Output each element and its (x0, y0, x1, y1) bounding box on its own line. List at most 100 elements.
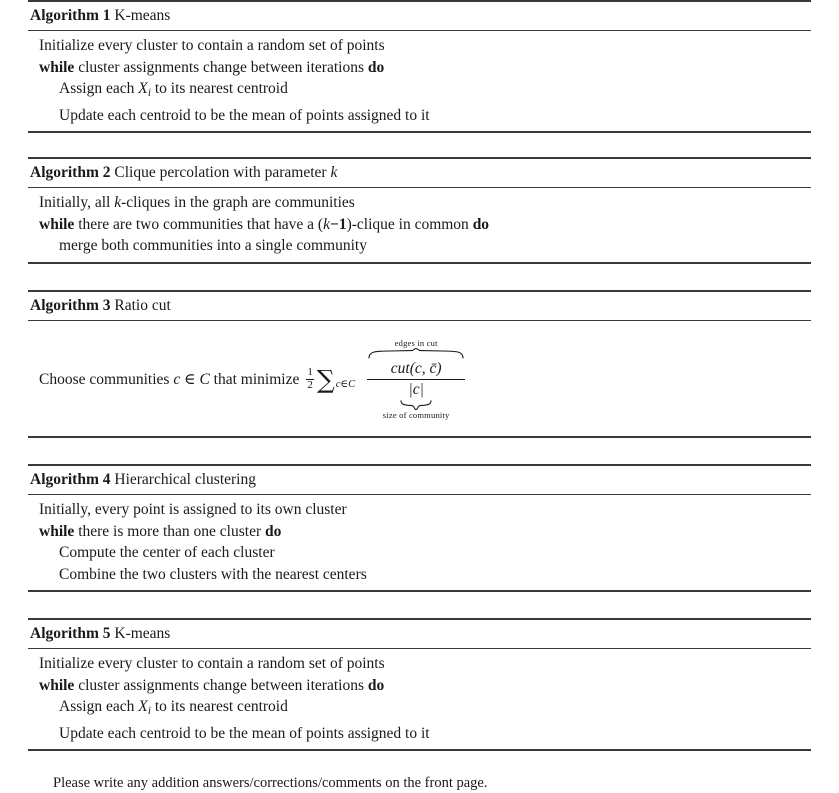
algorithm-caption: K-means (114, 7, 171, 24)
math-element-of: ∈ (184, 370, 196, 388)
algorithm-body-4: Initially, every point is assigned to it… (28, 495, 811, 590)
line-text: cluster assignments change between itera… (78, 58, 364, 76)
line-text: there is more than one cluster (78, 522, 262, 540)
fraction-numerator: cut(c, c̄) (385, 359, 448, 379)
math-variable-c-upper: C (199, 370, 210, 388)
overbrace-label: edges in cut (394, 337, 438, 348)
algorithm-line: while there are two communities that hav… (28, 214, 811, 236)
line-text: there are two communities that have a ( (78, 215, 324, 233)
algorithm-body-1: Initialize every cluster to contain a ra… (28, 31, 811, 131)
keyword-do: do (472, 215, 490, 233)
cut-function-name: cut (390, 359, 410, 377)
algorithm-number: Algorithm 5 (30, 625, 111, 643)
summation-subscript: c∈C (335, 378, 356, 390)
line-text: Initialize every cluster to contain a ra… (39, 37, 385, 54)
math-minus: − (329, 215, 339, 233)
line-text: Initialize every cluster to contain a ra… (39, 655, 385, 673)
line-text: Update each centroid to be the mean of p… (59, 106, 430, 124)
math-one: 1 (338, 215, 347, 233)
algorithm-block-4: Algorithm 4 Hierarchical clustering Init… (28, 464, 811, 593)
algorithm-caption: Hierarchical clustering (114, 471, 256, 489)
math-subscript-i: i (147, 705, 151, 718)
algorithm-body-2: Initially, all k -cliques in the graph ar… (28, 188, 811, 262)
line-text: Initially, every point is assigned to it… (39, 501, 347, 519)
algorithm-line: while cluster assignments change between… (28, 675, 811, 697)
keyword-do: do (367, 58, 385, 76)
line-text: Assign each (59, 80, 135, 97)
summation-sigma-icon: ∑ (316, 364, 335, 394)
line-text: to its nearest centroid (154, 698, 288, 716)
algorithm-caption: Ratio cut (114, 296, 171, 314)
algorithm-number: Algorithm 2 (30, 164, 111, 182)
algorithm-line: Initialize every cluster to contain a ra… (28, 653, 811, 675)
line-text: )-clique in common (346, 215, 469, 233)
line-text: Update each centroid to be the mean of p… (59, 724, 430, 742)
line-text: that minimize (213, 370, 300, 388)
algorithm-title-5: Algorithm 5 K-means (28, 620, 811, 648)
algorithm-caption: Clique percolation with parameter (114, 164, 327, 182)
line-text: cluster assignments change between itera… (78, 676, 364, 694)
algorithm-title-2: Algorithm 2 Clique percolation with para… (28, 159, 811, 187)
algorithm-line: Assign each Xi to its nearest centroid (28, 78, 811, 105)
algorithm-number: Algorithm 1 (30, 7, 111, 24)
algorithm-line: Compute the center of each cluster (28, 542, 811, 564)
math-variable-x: X (138, 80, 148, 97)
algorithm-title-3: Algorithm 3 Ratio cut (28, 292, 811, 320)
algorithm-line: Update each centroid to be the mean of p… (28, 723, 811, 745)
algorithm-line: Initially, every point is assigned to it… (28, 499, 811, 521)
one-half-fraction: 1 2 (306, 366, 314, 392)
one-half-denominator: 2 (307, 379, 313, 392)
algorithm-line: Combine the two clusters with the neares… (28, 564, 811, 586)
line-text: -cliques in the graph are communities (121, 194, 355, 212)
ratio-cut-formula: Choose communities c ∈ C that minimize 1… (28, 321, 811, 437)
line-text: Compute the center of each cluster (59, 544, 275, 562)
math-variable-k: k (323, 215, 330, 233)
keyword-while: while (39, 676, 75, 694)
algorithm-body-5: Initialize every cluster to contain a ra… (28, 649, 811, 749)
algorithm-number: Algorithm 3 (30, 296, 111, 314)
algorithm-line: Initialize every cluster to contain a ra… (28, 35, 811, 57)
underbrace-label: size of community (382, 409, 450, 420)
line-text: Assign each (59, 698, 135, 716)
footer-note: Please write any addition answers/correc… (28, 751, 811, 793)
cut-function-args: (c, c̄) (409, 359, 442, 377)
algorithm-caption: K-means (114, 625, 171, 643)
overbrace-icon (368, 348, 464, 359)
algorithm-number: Algorithm 4 (30, 471, 111, 489)
one-half-numerator: 1 (307, 366, 313, 379)
line-text: Choose communities (39, 370, 170, 388)
math-variable-c-lower: c (173, 370, 181, 388)
fraction-denominator: |c| (408, 380, 423, 400)
size-of-c: |c| (408, 380, 424, 398)
algorithm-title-4: Algorithm 4 Hierarchical clustering (28, 466, 811, 494)
keyword-while: while (39, 58, 75, 76)
algorithm-line: while cluster assignments change between… (28, 57, 811, 79)
math-variable-k: k (330, 164, 338, 182)
algorithm-line: Update each centroid to be the mean of p… (28, 105, 811, 127)
algorithm-line: merge both communities into a single com… (28, 235, 811, 257)
math-variable-x: X (138, 698, 148, 716)
line-text: to its nearest centroid (154, 80, 288, 97)
line-text: merge both communities into a single com… (59, 237, 367, 255)
keyword-while: while (39, 215, 75, 233)
algorithm-block-1: Algorithm 1 K-means Initialize every clu… (28, 0, 811, 134)
summation-group: 1 2 ∑ c∈C (306, 364, 356, 394)
algorithm-line: while there is more than one cluster do (28, 521, 811, 543)
document-page: Algorithm 1 K-means Initialize every clu… (0, 0, 839, 791)
algorithm-block-2: Algorithm 2 Clique percolation with para… (28, 157, 811, 264)
keyword-do: do (367, 676, 385, 694)
algorithm-line: Initially, all k-cliques in the graph ar… (28, 192, 811, 214)
keyword-while: while (39, 522, 75, 540)
keyword-do: do (264, 522, 282, 540)
line-text: Initially, all (39, 194, 111, 212)
algorithm-line: Assign each Xi to its nearest centroid (28, 696, 811, 723)
formula-lead-text: Choose communities c ∈ C that minimize (39, 370, 299, 389)
algorithm-block-5: Algorithm 5 K-means Initialize every clu… (28, 618, 811, 752)
line-text: Combine the two clusters with the neares… (59, 565, 367, 583)
cut-over-size-fraction: edges in cut cut(c, c̄) |c| size of comm… (367, 337, 466, 421)
algorithm-title-1: Algorithm 1 K-means (28, 2, 811, 30)
